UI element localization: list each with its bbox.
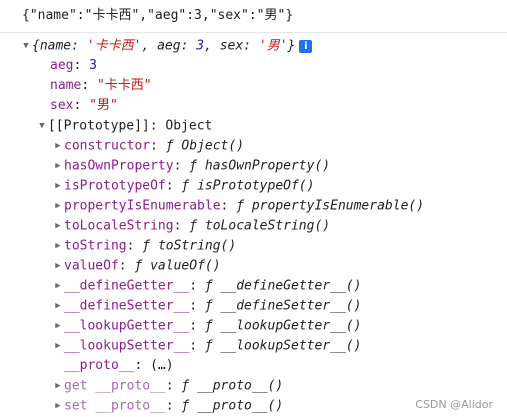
- method-row-propertyisenumerable[interactable]: ▶ propertyIsEnumerable: ƒ propertyIsEnume…: [0, 196, 507, 216]
- function-symbol: ƒ: [204, 298, 213, 314]
- function-symbol: ƒ: [204, 318, 213, 334]
- method-value: Object(): [181, 138, 245, 154]
- setter-value: __proto__(): [197, 398, 284, 414]
- expand-triangle-right-icon[interactable]: ▶: [52, 296, 64, 316]
- method-value: toString(): [157, 238, 237, 254]
- property-key: name: [50, 78, 82, 93]
- expand-triangle-right-icon[interactable]: ▶: [52, 236, 64, 256]
- method-key: propertyIsEnumerable: [64, 198, 221, 214]
- method-row-tostring[interactable]: ▶ toString: ƒ toString(): [0, 236, 507, 256]
- method-row-tolocalestring[interactable]: ▶ toLocaleString: ƒ toLocaleString(): [0, 216, 507, 236]
- getter-value: __proto__(): [197, 378, 284, 394]
- preview-value-aeg: 3: [196, 38, 205, 54]
- property-row-name: name: "卡卡西": [50, 78, 152, 93]
- expand-triangle-right-icon[interactable]: ▶: [52, 376, 64, 396]
- method-value: __lookupGetter__(): [220, 318, 362, 334]
- expand-triangle-right-icon[interactable]: ▶: [52, 136, 64, 156]
- method-key: toString: [64, 238, 127, 254]
- function-symbol: ƒ: [189, 218, 198, 234]
- expand-triangle-right-icon[interactable]: ▶: [52, 276, 64, 296]
- expand-triangle-right-icon[interactable]: ▶: [52, 156, 64, 176]
- function-symbol: ƒ: [204, 278, 213, 294]
- method-key: valueOf: [64, 258, 119, 274]
- method-value: __lookupSetter__(): [220, 338, 362, 354]
- method-key: __lookupSetter__: [64, 338, 190, 354]
- method-row-valueof[interactable]: ▶ valueOf: ƒ valueOf(): [0, 256, 507, 276]
- method-row-definesetter[interactable]: ▶ __defineSetter__: ƒ __defineSetter__(): [0, 296, 507, 316]
- method-key: toLocaleString: [64, 218, 174, 234]
- log-text: {"name":"卡卡西","aeg":3,"sex":"男"}: [22, 8, 294, 23]
- watermark: CSDN @Alidor: [415, 398, 493, 411]
- preview-value-name: '卡卡西': [86, 38, 142, 54]
- proto-accessor-row[interactable]: __proto__: (…): [0, 356, 507, 376]
- setter-key: __proto__: [95, 398, 166, 414]
- method-row-constructor[interactable]: ▶ constructor: ƒ Object(): [0, 136, 507, 156]
- method-key: constructor: [64, 138, 151, 154]
- method-value: __defineSetter__(): [220, 298, 362, 314]
- method-key: __defineSetter__: [64, 298, 190, 314]
- preview-value-sex: '男': [258, 38, 288, 54]
- function-symbol: ƒ: [189, 158, 198, 174]
- expand-triangle-down-icon[interactable]: ▼: [36, 116, 48, 136]
- method-row-hasownproperty[interactable]: ▶ hasOwnProperty: ƒ hasOwnProperty(): [0, 156, 507, 176]
- object-preview-row[interactable]: ▼ {name: '卡卡西', aeg: 3, sex: '男'} i: [0, 36, 507, 56]
- property-value: 3: [89, 58, 97, 73]
- method-value: isPrototypeOf(): [197, 178, 315, 194]
- setter-prefix: set: [64, 398, 88, 414]
- prototype-label: [[Prototype]]: [48, 118, 150, 134]
- property-key: aeg: [50, 58, 74, 73]
- expand-triangle-right-icon[interactable]: ▶: [52, 176, 64, 196]
- method-row-lookupsetter[interactable]: ▶ __lookupSetter__: ƒ __lookupSetter__(): [0, 336, 507, 356]
- function-symbol: ƒ: [134, 258, 143, 274]
- expand-triangle-right-icon[interactable]: ▶: [52, 396, 64, 416]
- method-key: hasOwnProperty: [64, 158, 174, 174]
- console-log-line: {"name":"卡卡西","aeg":3,"sex":"男"}: [0, 0, 507, 33]
- property-key: sex: [50, 98, 74, 113]
- prototype-row[interactable]: ▼ [[Prototype]]: Object: [0, 116, 507, 136]
- method-value: toLocaleString(): [204, 218, 331, 234]
- method-value: valueOf(): [150, 258, 221, 274]
- function-symbol: ƒ: [181, 178, 190, 194]
- proto-key: __proto__: [64, 358, 135, 373]
- method-key: __lookupGetter__: [64, 318, 190, 334]
- property-value: "男": [89, 98, 118, 113]
- proto-lazy-value[interactable]: (…): [150, 358, 173, 373]
- getter-prefix: get: [64, 378, 88, 394]
- method-row-isprototypeof[interactable]: ▶ isPrototypeOf: ƒ isPrototypeOf(): [0, 176, 507, 196]
- method-value: propertyIsEnumerable(): [251, 198, 425, 214]
- method-row-definegetter[interactable]: ▶ __defineGetter__: ƒ __defineGetter__(): [0, 276, 507, 296]
- function-symbol: ƒ: [165, 138, 174, 154]
- method-key: __defineGetter__: [64, 278, 190, 294]
- function-symbol: ƒ: [181, 378, 190, 394]
- property-value: "卡卡西": [96, 78, 152, 93]
- method-key: isPrototypeOf: [64, 178, 166, 194]
- getter-key: __proto__: [95, 378, 166, 394]
- info-icon[interactable]: i: [299, 39, 313, 53]
- function-symbol: ƒ: [142, 238, 151, 254]
- expand-triangle-right-icon[interactable]: ▶: [52, 316, 64, 336]
- function-symbol: ƒ: [204, 338, 213, 354]
- get-proto-row[interactable]: ▶ get __proto__: ƒ __proto__(): [0, 376, 507, 396]
- function-symbol: ƒ: [236, 198, 245, 214]
- method-value: __defineGetter__(): [220, 278, 362, 294]
- preview-open-brace: {: [32, 38, 40, 54]
- preview-key-name: name: [39, 38, 72, 54]
- function-symbol: ƒ: [181, 398, 190, 414]
- preview-key-sex: sex: [219, 38, 244, 54]
- preview-key-aeg: aeg: [157, 38, 181, 54]
- preview-close-brace: }: [287, 38, 296, 54]
- method-value: hasOwnProperty(): [204, 158, 331, 174]
- expand-triangle-right-icon[interactable]: ▶: [52, 336, 64, 356]
- expand-triangle-down-icon[interactable]: ▼: [20, 36, 32, 56]
- expand-triangle-right-icon[interactable]: ▶: [52, 256, 64, 276]
- method-row-lookupgetter[interactable]: ▶ __lookupGetter__: ƒ __lookupGetter__(): [0, 316, 507, 336]
- property-row-aeg: aeg: 3: [50, 58, 97, 73]
- property-row-sex: sex: "男": [50, 98, 118, 113]
- prototype-value: Object: [165, 118, 213, 134]
- expand-triangle-right-icon[interactable]: ▶: [52, 216, 64, 236]
- expand-triangle-right-icon[interactable]: ▶: [52, 196, 64, 216]
